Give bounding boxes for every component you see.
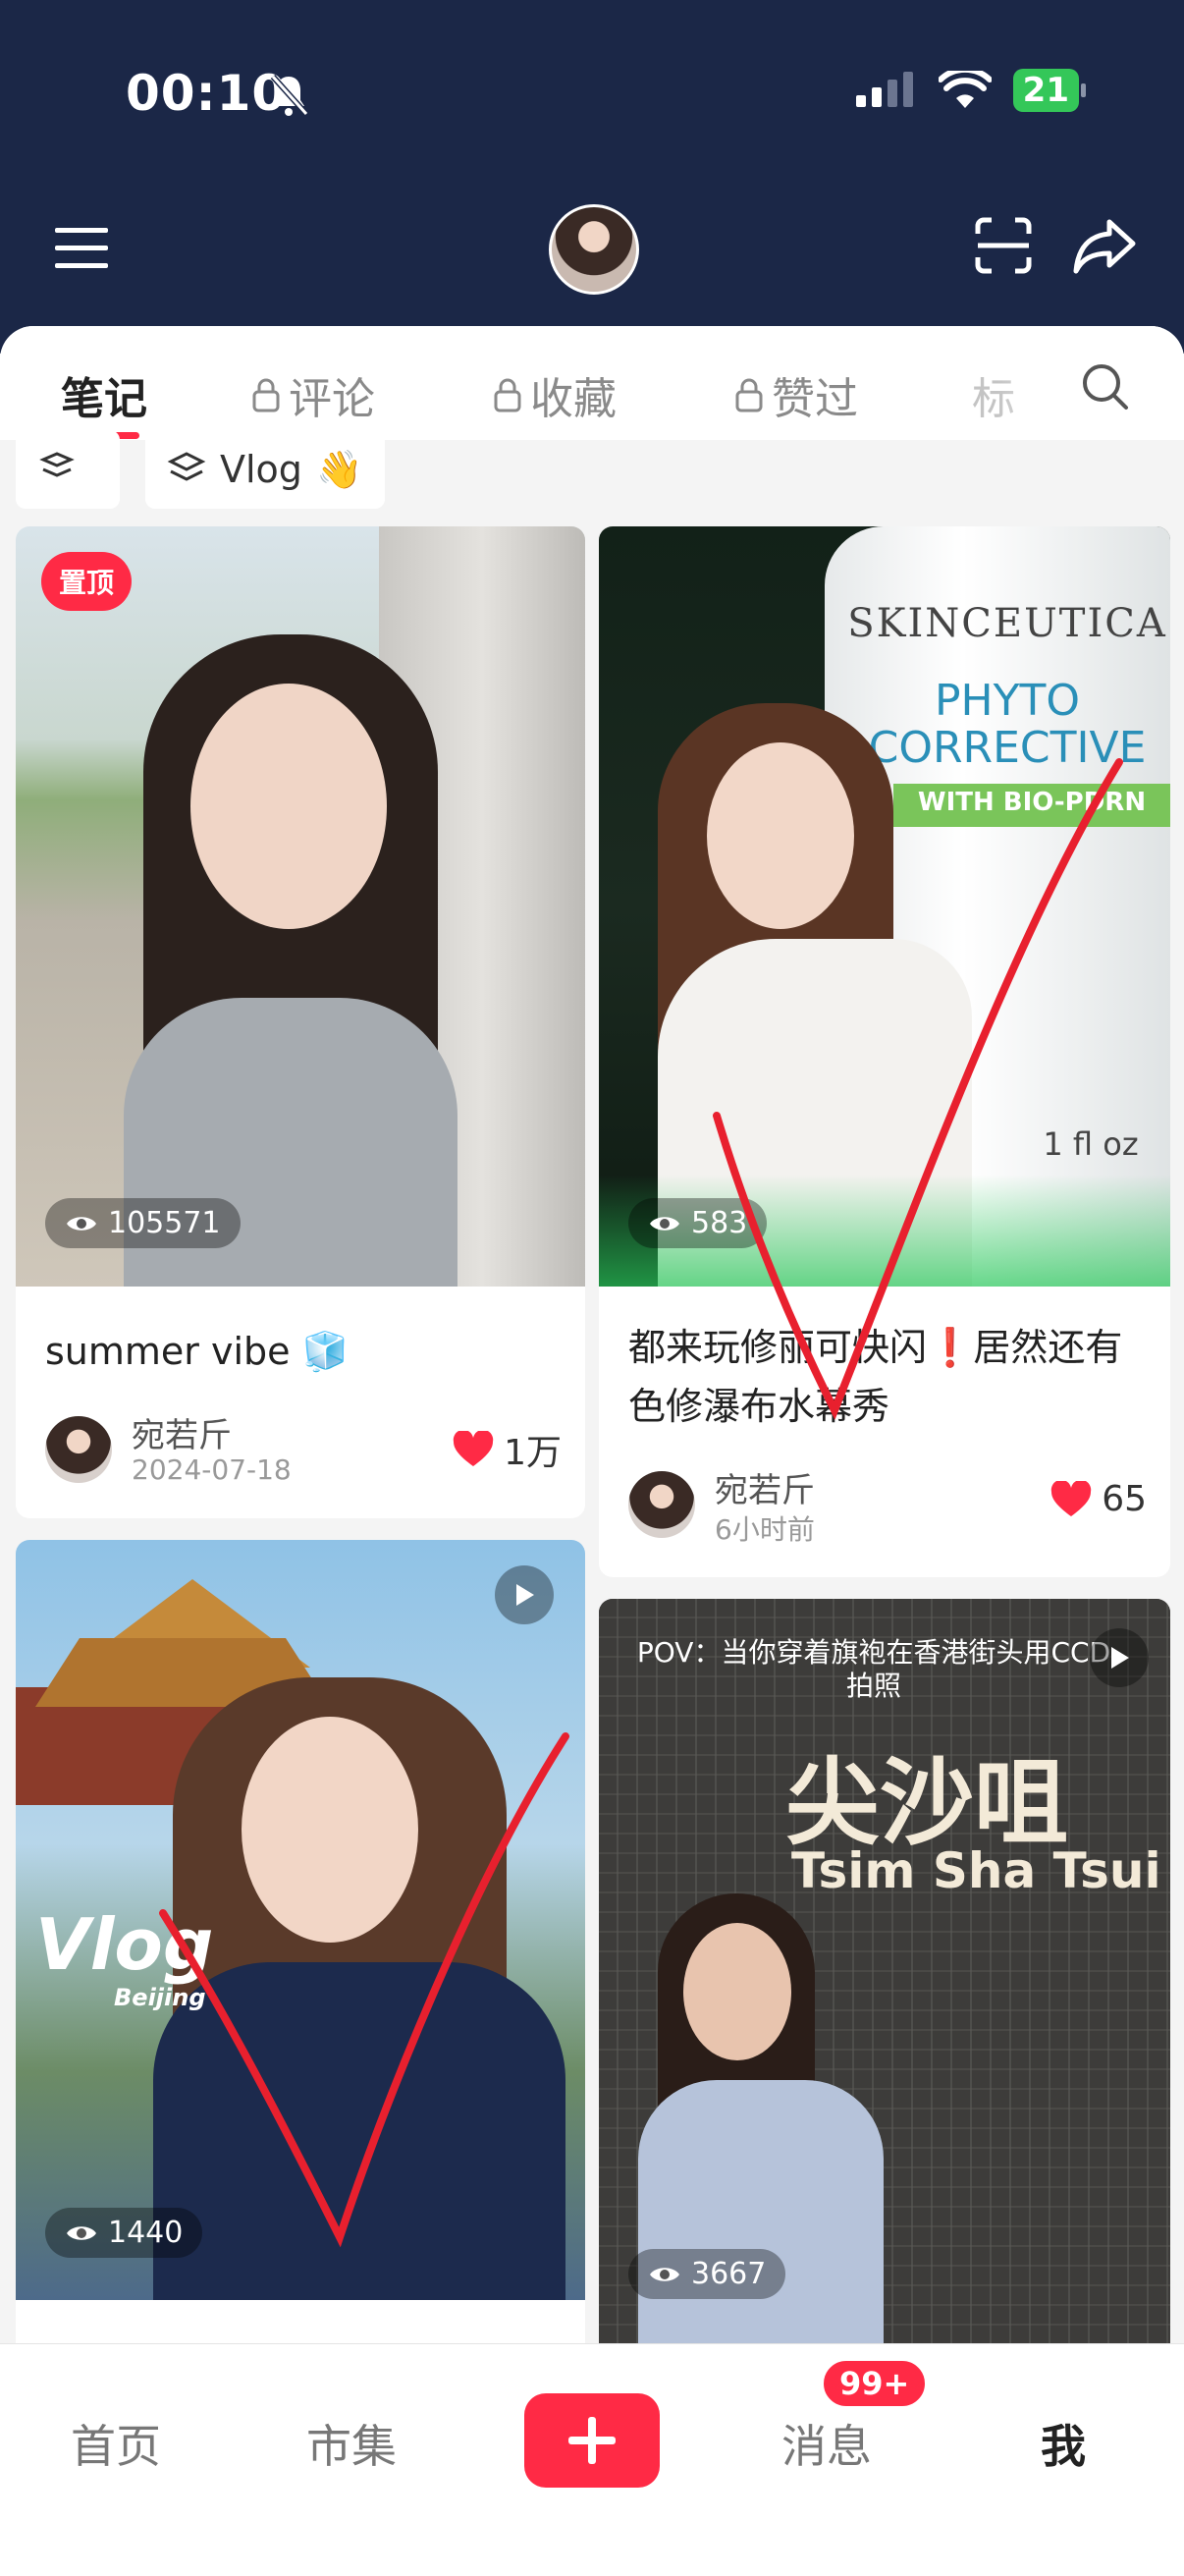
tab-notes[interactable]: 笔记: [61, 363, 147, 426]
author-name[interactable]: 宛若斤: [132, 1408, 232, 1456]
lock-icon: [252, 378, 280, 412]
eye-icon: [650, 2267, 679, 2281]
battery-level: 21: [1012, 69, 1079, 112]
view-count: 3667: [628, 2249, 786, 2299]
note-author-row: 宛若斤 2024-07-18 1万: [45, 1412, 562, 1491]
note-date: 2024-07-18: [132, 1453, 292, 1486]
tab-favorites[interactable]: 收藏: [493, 363, 617, 426]
play-icon: [1111, 1647, 1129, 1669]
red-check-annotation: [159, 1732, 569, 2248]
chip-new-collection[interactable]: [16, 430, 120, 509]
layers-icon: [167, 452, 206, 481]
status-time: 00:10: [126, 65, 288, 122]
chip-vlog[interactable]: Vlog 👋: [145, 430, 385, 509]
pov-overlay-text: POV：当你穿着旗袍在香港街头用CCD拍照: [636, 1636, 1111, 1702]
tab-favorites-label: 收藏: [530, 374, 617, 424]
wave-emoji: 👋: [315, 447, 363, 491]
video-play-indicator: [1090, 1628, 1149, 1687]
red-check-annotation: [713, 758, 1123, 1420]
search-icon[interactable]: [1080, 361, 1129, 411]
location-english-text: Tsim Sha Tsui: [791, 1842, 1161, 1899]
profile-avatar[interactable]: [549, 204, 639, 295]
note-title: summer vibe 🧊: [45, 1330, 349, 1373]
messages-badge: 99+: [821, 2358, 929, 2409]
note-cover-image: POV：当你穿着旗袍在香港街头用CCD拍照 尖沙咀 Tsim Sha Tsui …: [599, 1599, 1170, 2343]
collection-chips: Vlog 👋: [0, 430, 1184, 526]
like-count: 1万: [504, 1433, 562, 1473]
view-count-value: 105571: [108, 1206, 221, 1240]
note-card-summer-vibe[interactable]: 置顶 105571 summer vibe 🧊 宛若斤 2024-07-18 1…: [16, 526, 585, 1518]
mute-bell-icon: [270, 74, 309, 117]
nav-home[interactable]: 首页: [71, 2411, 161, 2476]
tab-liked[interactable]: 赞过: [734, 363, 858, 426]
scan-icon[interactable]: [974, 216, 1033, 275]
lock-icon: [735, 378, 763, 412]
author-avatar[interactable]: [45, 1416, 112, 1483]
view-count-value: 3667: [691, 2257, 767, 2291]
nav-messages[interactable]: 消息: [781, 2411, 872, 2476]
create-post-button[interactable]: [524, 2393, 660, 2488]
add-collection-icon: [39, 452, 75, 477]
chip-vlog-label: Vlog: [220, 448, 302, 491]
nav-market[interactable]: 市集: [306, 2411, 397, 2476]
heart-filled-icon: [453, 1431, 494, 1466]
profile-header: 00:10 21: [0, 0, 1184, 354]
battery-indicator: 21: [1012, 69, 1086, 112]
view-count: 105571: [45, 1198, 241, 1248]
pinned-badge: 置顶: [41, 552, 133, 611]
content-panel: 笔记 评论 收藏 赞过 标 Vlog 👋 置顶 105571 summer vi…: [0, 326, 1184, 2575]
tab-comments[interactable]: 评论: [251, 363, 375, 426]
bottom-navigation: 首页 市集 消息 99+ 我: [0, 2343, 1184, 2576]
tab-comments-label: 评论: [289, 374, 375, 424]
cellular-signal-icon: [855, 72, 913, 107]
menu-icon[interactable]: [55, 226, 110, 271]
note-cover-image: 置顶 105571: [16, 526, 585, 1287]
wifi-icon: [938, 71, 992, 108]
tab-notes-label: 笔记: [61, 374, 147, 424]
tab-liked-label: 赞过: [772, 374, 858, 424]
note-card-skinceuticals[interactable]: SKINCEUTICA PHYTO CORRECTIVE WITH BIO-PD…: [599, 526, 1170, 1577]
like-button[interactable]: 1万: [453, 1424, 562, 1475]
eye-icon: [67, 1216, 96, 1231]
plus-icon: [568, 2417, 616, 2464]
note-cover-image: Vlog Beijing 1440: [16, 1540, 585, 2300]
share-icon[interactable]: [1072, 216, 1137, 275]
lock-icon: [494, 378, 521, 412]
nav-me[interactable]: 我: [1041, 2411, 1086, 2476]
profile-tabs: 笔记 评论 收藏 赞过 标: [0, 326, 1184, 440]
